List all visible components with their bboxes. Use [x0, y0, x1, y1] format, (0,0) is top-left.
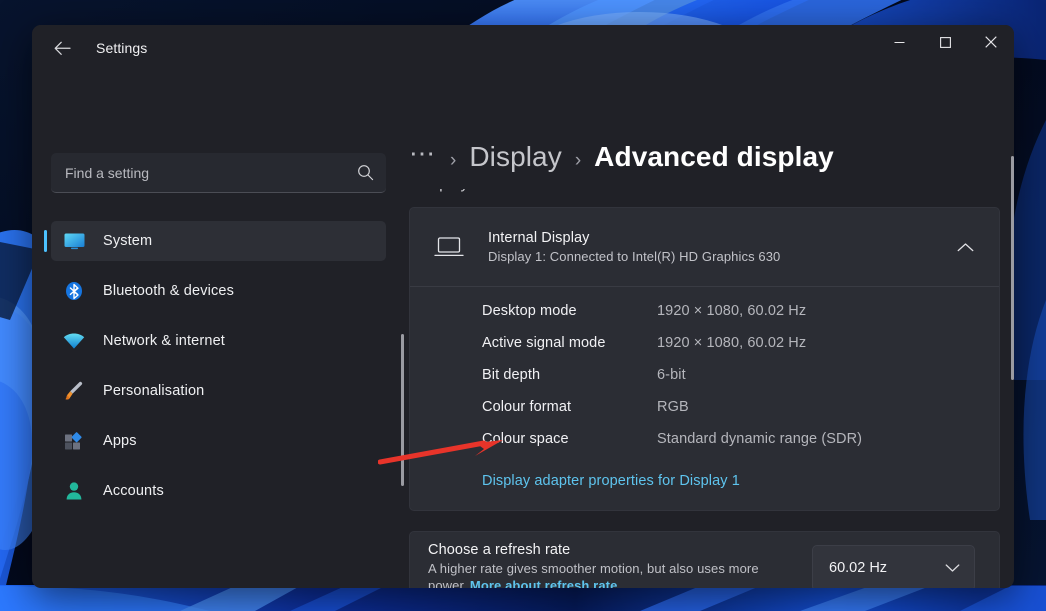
sidebar-item-network-internet[interactable]: Network & internet	[51, 321, 386, 361]
title-bar: Settings	[32, 25, 1014, 71]
display-adapter-properties-link[interactable]: Display adapter properties for Display 1	[482, 473, 740, 489]
app-title: Settings	[96, 40, 148, 56]
refresh-rate-dropdown[interactable]: 60.02 Hz	[812, 544, 975, 588]
desktop: Settings Find a setting System Bluetooth…	[0, 0, 1046, 611]
detail-label: Desktop mode	[482, 303, 577, 319]
close-button[interactable]	[968, 25, 1014, 59]
detail-row: Colour format RGB	[482, 399, 975, 431]
laptop-display-icon	[434, 236, 466, 258]
chevron-up-icon[interactable]	[957, 242, 977, 253]
detail-value: RGB	[657, 399, 689, 415]
navigation-list: System Bluetooth & devices Network & int…	[44, 221, 386, 511]
sidebar-item-system[interactable]: System	[44, 221, 386, 261]
content-scrollbar[interactable]	[1011, 156, 1014, 380]
refresh-rate-title: Choose a refresh rate	[428, 541, 571, 558]
bluetooth-icon	[63, 280, 85, 302]
sidebar-item-bluetooth-devices[interactable]: Bluetooth & devices	[51, 271, 386, 311]
search-input[interactable]	[65, 164, 357, 181]
maximize-button[interactable]	[922, 25, 968, 59]
sidebar: System Bluetooth & devices	[32, 71, 404, 588]
detail-row: Colour space Standard dynamic range (SDR…	[482, 431, 975, 463]
breadcrumb-separator: ›	[450, 150, 457, 171]
display-card-header[interactable]: Internal Display Display 1: Connected to…	[410, 208, 999, 286]
breadcrumb-overflow-button[interactable]: ⋯	[409, 140, 437, 166]
refresh-rate-selected-value: 60.02 Hz	[829, 559, 888, 576]
sidebar-item-label: Apps	[103, 433, 137, 449]
detail-row: Bit depth 6-bit	[482, 367, 975, 399]
monitor-icon	[63, 230, 85, 252]
internal-display-card: Internal Display Display 1: Connected to…	[409, 207, 1000, 511]
search-box[interactable]	[51, 153, 386, 193]
chevron-down-icon	[945, 563, 960, 573]
display-name: Internal Display	[488, 230, 590, 246]
back-button[interactable]	[45, 31, 79, 65]
breadcrumb-separator: ›	[574, 150, 582, 171]
detail-value: 1920 × 1080, 60.02 Hz	[657, 303, 807, 319]
detail-value: 1920 × 1080, 60.02 Hz	[657, 335, 807, 351]
sidebar-item-label: Bluetooth & devices	[103, 283, 235, 299]
window-controls	[876, 25, 1014, 71]
settings-window: Settings Find a setting System Bluetooth…	[32, 25, 1014, 588]
paintbrush-icon	[63, 380, 85, 402]
detail-label: Bit depth	[482, 367, 541, 383]
breadcrumb: ⋯ › Display › Advanced display	[404, 140, 1000, 173]
refresh-rate-description: A higher rate gives smoother motion, but…	[428, 560, 788, 589]
back-arrow-icon	[54, 41, 71, 55]
detail-row: Desktop mode 1920 × 1080, 60.02 Hz	[482, 303, 975, 335]
sidebar-item-label: Personalisation	[103, 383, 205, 399]
display-card-text: Internal Display Display 1: Connected to…	[488, 230, 957, 264]
minimize-button[interactable]	[876, 25, 922, 59]
scrolled-away-heading: Display information	[416, 189, 1000, 203]
sidebar-item-apps[interactable]: Apps	[51, 421, 386, 461]
person-icon	[63, 480, 85, 502]
window-body: System Bluetooth & devices	[32, 71, 1014, 588]
minimize-icon	[894, 41, 904, 43]
detail-label: Colour format	[482, 399, 572, 415]
more-about-refresh-rate-link[interactable]: More about refresh rate	[470, 578, 618, 589]
sidebar-item-label: Network & internet	[103, 333, 225, 349]
content-pane: ⋯ › Display › Advanced display Display i…	[404, 71, 1014, 588]
display-details-list: Desktop mode 1920 × 1080, 60.02 Hz Activ…	[410, 287, 999, 510]
detail-label: Active signal mode	[482, 335, 606, 351]
display-subtitle: Display 1: Connected to Intel(R) HD Grap…	[488, 249, 781, 264]
sidebar-item-personalisation[interactable]: Personalisation	[51, 371, 386, 411]
scrolled-away-heading-text: Display information	[416, 189, 1000, 193]
sidebar-item-label: System	[103, 233, 153, 249]
apps-icon	[63, 430, 85, 452]
page-title: Advanced display	[594, 141, 834, 172]
detail-label: Colour space	[482, 431, 569, 447]
sidebar-item-accounts[interactable]: Accounts	[51, 471, 386, 511]
detail-row: Active signal mode 1920 × 1080, 60.02 Hz	[482, 335, 975, 367]
refresh-rate-card: Choose a refresh rate A higher rate give…	[409, 531, 1000, 588]
breadcrumb-item-display[interactable]: Display	[469, 141, 562, 173]
sidebar-item-label: Accounts	[103, 483, 164, 499]
detail-value: Standard dynamic range (SDR)	[657, 431, 863, 447]
maximize-icon	[939, 36, 951, 48]
wifi-icon	[63, 330, 85, 352]
detail-value: 6-bit	[657, 367, 686, 383]
search-icon	[358, 165, 374, 181]
refresh-rate-text: Choose a refresh rate A higher rate give…	[428, 542, 812, 589]
close-icon	[985, 36, 997, 48]
